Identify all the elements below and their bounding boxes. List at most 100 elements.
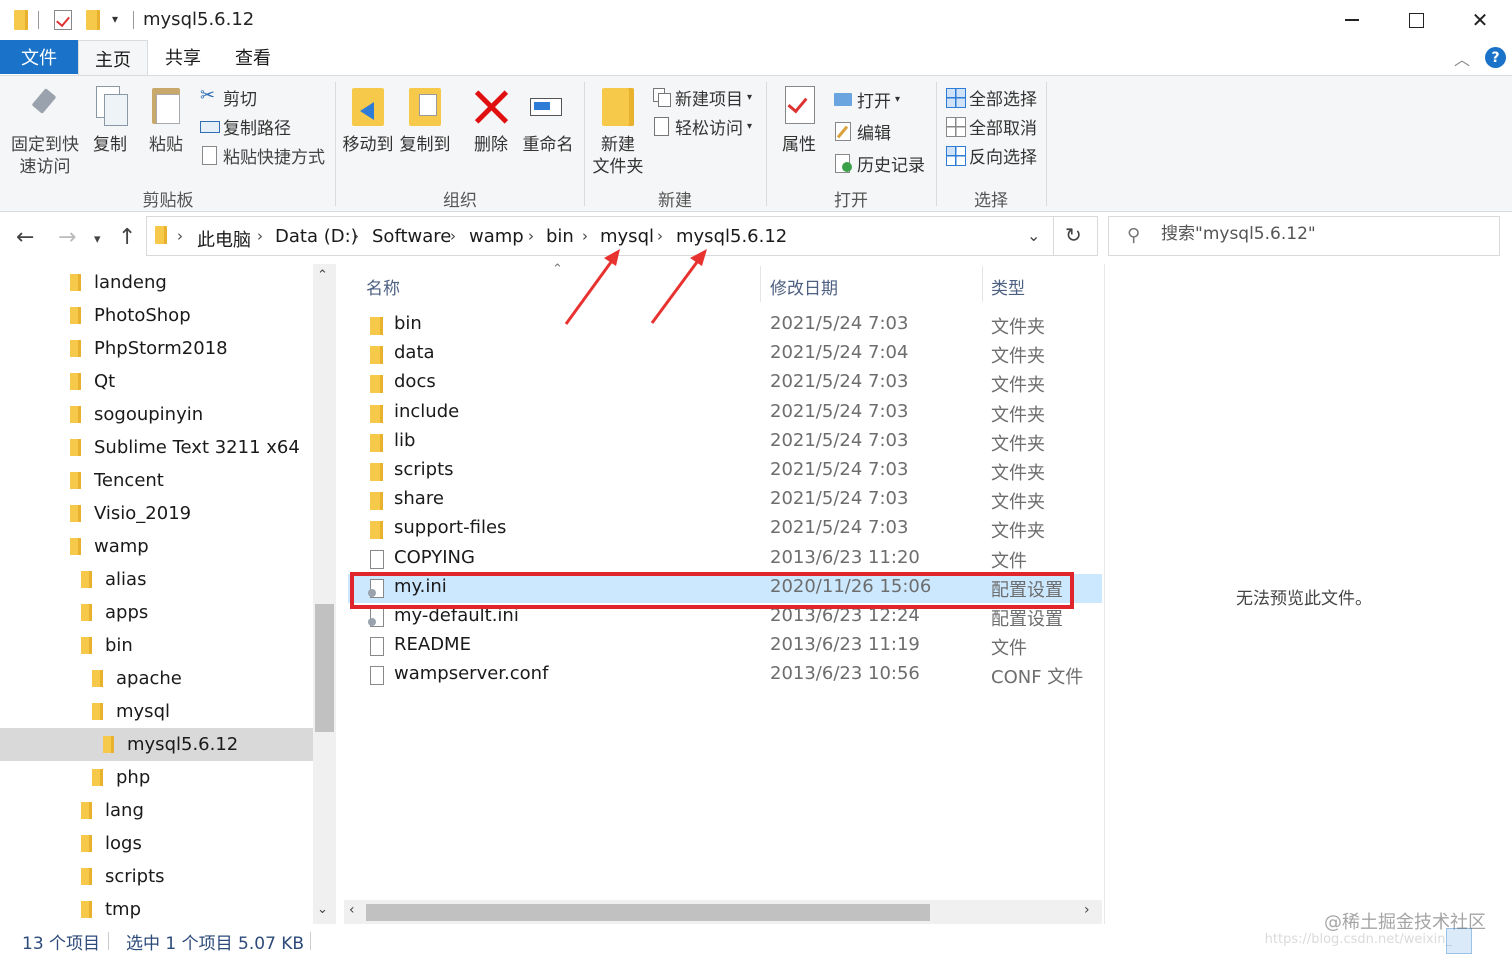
properties-quick-access-icon[interactable] — [54, 10, 72, 35]
file-date: 2021/5/24 7:03 — [770, 429, 909, 451]
chevron-right-icon[interactable]: › — [582, 227, 588, 245]
chevron-right-icon[interactable]: › — [450, 227, 456, 245]
tree-item[interactable]: wamp — [0, 530, 313, 563]
cut-button[interactable]: 剪切 — [200, 85, 257, 110]
pin-to-quick-access-button[interactable]: 固定到快 速访问 — [8, 84, 82, 178]
scroll-left-chevron-icon[interactable]: ‹ — [349, 902, 355, 918]
copy-button[interactable]: 复制 — [88, 84, 132, 156]
move-to-button[interactable]: 移动到 — [342, 84, 394, 156]
search-input[interactable] — [1161, 224, 1481, 244]
file-row[interactable]: data 2021/5/24 7:04 文件夹 — [348, 340, 1102, 369]
edit-button[interactable]: 编辑 — [834, 119, 891, 144]
tree-item[interactable]: landeng — [0, 266, 313, 299]
tab-home[interactable]: 主页 — [78, 40, 148, 76]
back-arrow-icon[interactable]: ← — [16, 225, 34, 250]
easy-access-button[interactable]: 轻松访问 ▾ — [652, 114, 752, 139]
invert-selection-button[interactable]: 反向选择 — [946, 143, 1037, 168]
file-row[interactable]: support-files 2021/5/24 7:03 文件夹 — [348, 515, 1102, 544]
chevron-right-icon[interactable]: › — [257, 227, 263, 245]
file-row[interactable]: docs 2021/5/24 7:03 文件夹 — [348, 369, 1102, 398]
tree-item[interactable]: apache — [0, 662, 313, 695]
rename-button[interactable]: 重命名 — [522, 84, 574, 156]
address-bar[interactable]: › 此电脑 › Data (D:) › Software › wamp › bi… — [146, 216, 1098, 256]
breadcrumb-software[interactable]: Software — [372, 226, 451, 247]
chevron-right-icon[interactable]: › — [353, 227, 359, 245]
history-button[interactable]: 历史记录 — [834, 151, 925, 176]
scroll-right-chevron-icon[interactable]: › — [1084, 902, 1090, 918]
refresh-icon[interactable]: ↻ — [1065, 223, 1082, 247]
minimize-button[interactable] — [1320, 0, 1384, 40]
tree-item[interactable]: logs — [0, 827, 313, 860]
close-button[interactable]: ✕ — [1448, 0, 1512, 40]
tree-item[interactable]: bin — [0, 629, 313, 662]
file-row[interactable]: COPYING 2013/6/23 11:20 文件 — [348, 545, 1102, 574]
tree-item[interactable]: Sublime Text 3211 x64 — [0, 431, 313, 464]
breadcrumb-mysql5612[interactable]: mysql5.6.12 — [676, 226, 787, 247]
address-history-chevron-down-icon[interactable]: ⌄ — [1027, 226, 1040, 245]
file-row[interactable]: lib 2021/5/24 7:03 文件夹 — [348, 428, 1102, 457]
tree-item[interactable]: lang — [0, 794, 313, 827]
maximize-button[interactable] — [1384, 0, 1448, 40]
breadcrumb-this-pc[interactable]: 此电脑 — [197, 226, 251, 252]
recent-locations-chevron-icon[interactable]: ▾ — [94, 232, 101, 247]
tree-item[interactable]: PhpStorm2018 — [0, 332, 313, 365]
new-item-button[interactable]: 新建项目 ▾ — [652, 85, 752, 110]
column-divider[interactable] — [982, 266, 983, 302]
horizontal-scrollbar[interactable]: ‹ › — [344, 900, 1102, 924]
tab-share[interactable]: 共享 — [150, 40, 216, 74]
file-row[interactable]: scripts 2021/5/24 7:03 文件夹 — [348, 457, 1102, 486]
tree-item[interactable]: PhotoShop — [0, 299, 313, 332]
forward-arrow-icon[interactable]: → — [58, 225, 76, 250]
tree-item[interactable]: php — [0, 761, 313, 794]
tree-item[interactable]: mysql5.6.12 — [0, 728, 313, 761]
tab-file[interactable]: 文件 — [0, 40, 78, 74]
up-arrow-icon[interactable]: ↑ — [118, 225, 136, 250]
column-header-type[interactable]: 类型 — [991, 274, 1025, 299]
scrollbar-thumb[interactable] — [366, 904, 930, 921]
file-row[interactable]: README 2013/6/23 11:19 文件 — [348, 632, 1102, 661]
file-row[interactable]: wampserver.conf 2013/6/23 10:56 CONF 文件 — [348, 661, 1102, 690]
tree-item[interactable]: tmp — [0, 893, 313, 924]
new-folder-quick-access-icon[interactable] — [86, 10, 100, 35]
open-button[interactable]: 打开 ▾ — [834, 87, 900, 112]
tree-item[interactable]: mysql — [0, 695, 313, 728]
breadcrumb-wamp[interactable]: wamp — [469, 226, 524, 247]
copy-path-button[interactable]: 复制路径 — [200, 114, 291, 139]
breadcrumb-data-d[interactable]: Data (D:) — [275, 226, 358, 247]
tree-item[interactable]: apps — [0, 596, 313, 629]
column-divider[interactable] — [760, 266, 761, 302]
scroll-down-chevron-icon[interactable]: ⌄ — [317, 902, 328, 917]
scrollbar-thumb[interactable] — [315, 604, 334, 732]
new-folder-button[interactable]: 新建 文件夹 — [590, 84, 646, 178]
column-header-name[interactable]: 名称 — [366, 274, 400, 299]
select-none-button[interactable]: 全部取消 — [946, 114, 1037, 139]
navigation-pane-scrollbar[interactable]: ⌃ ⌄ — [313, 264, 336, 924]
help-icon[interactable]: ? — [1485, 47, 1506, 68]
breadcrumb-mysql[interactable]: mysql — [600, 226, 654, 247]
tab-view[interactable]: 查看 — [218, 40, 288, 74]
chevron-right-icon[interactable]: › — [177, 227, 183, 245]
customize-quick-access-chevron-icon[interactable]: ▾ — [112, 12, 118, 26]
file-row[interactable]: bin 2021/5/24 7:03 文件夹 — [348, 311, 1102, 340]
scroll-up-chevron-icon[interactable]: ⌃ — [317, 268, 328, 283]
paste-shortcut-button[interactable]: 粘贴快捷方式 — [200, 143, 325, 168]
collapse-ribbon-chevron-up-icon[interactable]: ︿ — [1454, 46, 1470, 70]
file-row[interactable]: share 2021/5/24 7:03 文件夹 — [348, 486, 1102, 515]
chevron-right-icon[interactable]: › — [657, 227, 663, 245]
copy-to-button[interactable]: 复制到 — [399, 84, 451, 156]
select-all-button[interactable]: 全部选择 — [946, 85, 1037, 110]
tree-item[interactable]: sogoupinyin — [0, 398, 313, 431]
tree-item[interactable]: Tencent — [0, 464, 313, 497]
tree-item[interactable]: Qt — [0, 365, 313, 398]
search-box[interactable]: ⚲ — [1108, 216, 1500, 256]
column-header-date[interactable]: 修改日期 — [770, 274, 838, 299]
delete-button[interactable]: 删除 — [466, 84, 516, 156]
tree-item[interactable]: Visio_2019 — [0, 497, 313, 530]
properties-button[interactable]: 属性 — [776, 84, 822, 156]
breadcrumb-bin[interactable]: bin — [546, 226, 574, 247]
chevron-right-icon[interactable]: › — [528, 227, 534, 245]
tree-item[interactable]: scripts — [0, 860, 313, 893]
paste-button[interactable]: 粘贴 — [144, 84, 188, 156]
file-row[interactable]: include 2021/5/24 7:03 文件夹 — [348, 399, 1102, 428]
tree-item[interactable]: alias — [0, 563, 313, 596]
